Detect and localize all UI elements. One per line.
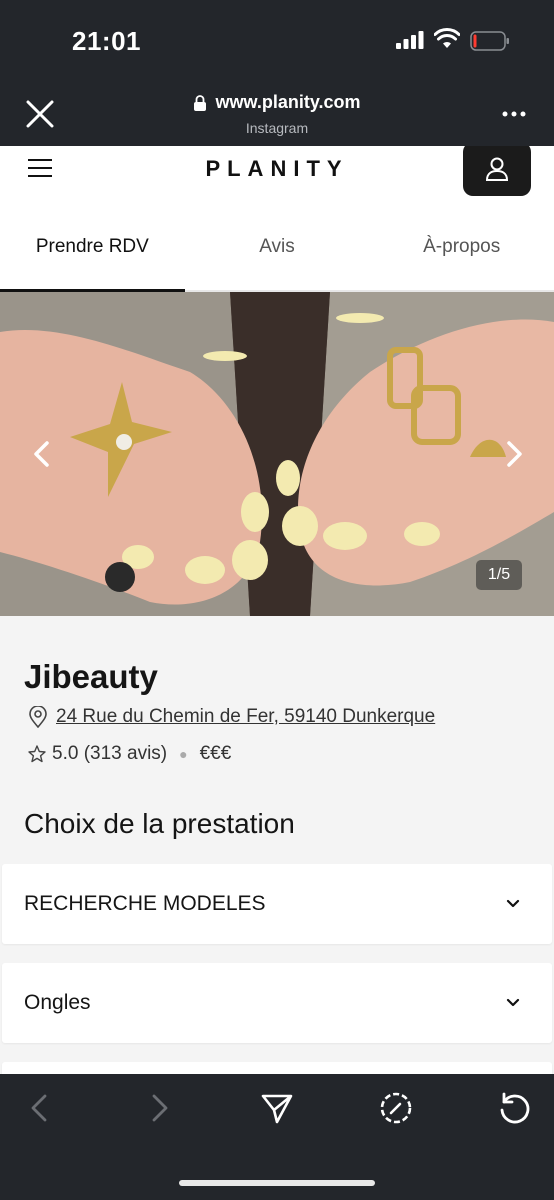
- salon-address-link[interactable]: 24 Rue du Chemin de Fer, 59140 Dunkerque: [56, 706, 435, 728]
- battery-icon: [470, 31, 509, 51]
- salon-name: Jibeauty: [24, 658, 158, 695]
- rating-row: 5.0 (313 avis) ● €€€: [28, 743, 231, 765]
- tab-prendre-rdv[interactable]: Prendre RDV: [0, 204, 185, 292]
- services-title: Choix de la prestation: [24, 808, 295, 839]
- home-indicator: [179, 1180, 375, 1186]
- status-time: 21:01: [72, 26, 141, 56]
- location-pin-icon: [29, 706, 47, 728]
- browser-bar: www.planity.com Instagram: [0, 84, 554, 146]
- category-label: RECHERCHE MODELES: [24, 892, 266, 915]
- category-label: Ongles: [24, 991, 91, 1014]
- rating-text[interactable]: 5.0 (313 avis): [52, 743, 167, 765]
- forward-icon[interactable]: [141, 1090, 177, 1126]
- address-row: 24 Rue du Chemin de Fer, 59140 Dunkerque: [28, 706, 435, 728]
- user-icon: [485, 157, 509, 181]
- status-bar: 21:01: [0, 0, 554, 84]
- site-header: PLANITY: [0, 146, 554, 204]
- lock-icon: [194, 94, 207, 111]
- service-category-partial[interactable]: [2, 1062, 552, 1074]
- url-display[interactable]: www.planity.com Instagram: [0, 92, 554, 136]
- more-icon[interactable]: [502, 110, 526, 118]
- tab-a-propos[interactable]: À-propos: [369, 204, 554, 290]
- service-category-ongles[interactable]: Ongles: [2, 963, 552, 1043]
- separator-dot: ●: [179, 746, 188, 762]
- browser-toolbar: [0, 1074, 554, 1200]
- web-page: PLANITY Prendre RDV Avis À-propos 1/5 Ji…: [0, 146, 554, 1074]
- chevron-down-icon: [506, 899, 520, 908]
- nails-photo: [0, 292, 554, 616]
- tab-avis[interactable]: Avis: [185, 204, 370, 290]
- price-level: €€€: [199, 743, 232, 764]
- back-icon[interactable]: [22, 1090, 58, 1126]
- star-icon: [28, 745, 46, 763]
- chevron-right-icon[interactable]: [502, 440, 526, 468]
- account-button[interactable]: [463, 146, 531, 196]
- url-source: Instagram: [245, 119, 309, 136]
- wifi-icon: [434, 28, 460, 48]
- gallery-counter: 1/5: [476, 560, 522, 590]
- url-text: www.planity.com: [215, 92, 361, 112]
- share-icon[interactable]: [259, 1090, 295, 1126]
- service-category-recherche-modeles[interactable]: RECHERCHE MODELES: [2, 864, 552, 944]
- tab-bar: Prendre RDV Avis À-propos: [0, 204, 554, 292]
- chevron-left-icon[interactable]: [30, 440, 54, 468]
- chevron-down-icon: [506, 998, 520, 1007]
- reload-icon[interactable]: [496, 1090, 532, 1126]
- gallery-image[interactable]: 1/5: [0, 292, 554, 616]
- signal-icon: [396, 31, 424, 49]
- compass-icon[interactable]: [378, 1090, 414, 1126]
